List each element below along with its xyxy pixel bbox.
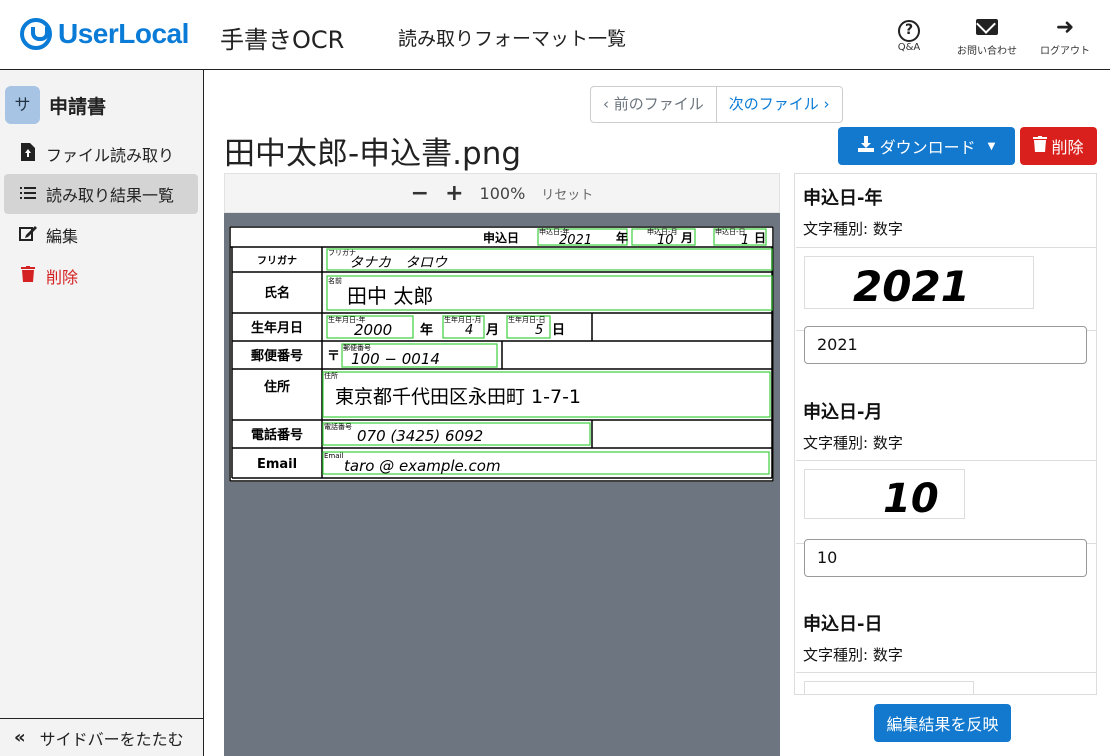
contact-label: お問い合わせ — [957, 46, 1017, 57]
download-label: ダウンロード — [879, 138, 976, 157]
field-value-input[interactable]: 2021 — [804, 326, 1087, 364]
field-crop-image: 2021 — [796, 247, 1096, 331]
document-viewer[interactable]: 申込日 申込日-年 2021 年 申込日-月 10 月 申込日-日 1 日 フリ… — [224, 213, 780, 756]
doc-name-value: 田中 太郎 — [347, 284, 433, 308]
qa-label: Q&A — [897, 42, 921, 53]
prev-file-button[interactable]: ‹ 前のファイル — [591, 87, 717, 122]
caret-down-icon: ▼ — [987, 140, 996, 152]
edit-icon — [14, 225, 42, 245]
file-pager: ‹ 前のファイル 次のファイル › — [590, 86, 843, 123]
sidebar-item-label: 編集 — [46, 227, 79, 246]
sidebar-item-results[interactable]: 読み取り結果一覧 — [4, 174, 198, 214]
doc-box-label: 電話番号 — [324, 422, 352, 431]
ocr-fields-panel[interactable]: 申込日-年 文字種別: 数字 2021 2021 申込日-月 文字種別: 数字 … — [794, 173, 1097, 695]
doc-postal-value: 100 − 0014 — [351, 350, 440, 368]
doc-birth-year: 2000 — [354, 321, 392, 339]
field-title: 申込日-日 — [803, 614, 883, 635]
zoom-level: 100% — [479, 183, 526, 203]
app-header: UserLocal 手書きOCR 読み取りフォーマット一覧 ? Q&A お問い合… — [0, 0, 1110, 70]
doc-month-unit: 月 — [680, 231, 693, 245]
file-upload-icon — [14, 143, 42, 165]
userlocal-logo-mark — [20, 18, 52, 50]
sidebar-item-delete[interactable]: 削除 — [4, 256, 198, 296]
field-crop-image: 10 — [796, 460, 1096, 544]
download-icon — [857, 136, 874, 156]
doc-furigana-value: タナカ タロウ — [349, 255, 448, 271]
sidebar-header: サ 申請書 — [5, 86, 106, 124]
sidebar-item-label: 読み取り結果一覧 — [46, 186, 175, 205]
doc-box-label: 名前 — [328, 276, 342, 285]
format-title: 申請書 — [49, 95, 107, 118]
sidebar: サ 申請書 ファイル読み取り 読み取り結果一覧 編集 削除 « サイドバーをたた… — [0, 70, 204, 756]
sidebar-item-file-read[interactable]: ファイル読み取り — [4, 134, 198, 174]
question-circle-icon: ? — [898, 20, 920, 42]
document-image: 申込日 申込日-年 2021 年 申込日-月 10 月 申込日-日 1 日 フリ… — [229, 226, 774, 482]
field-type: 文字種別: 数字 — [803, 220, 903, 238]
next-file-button[interactable]: 次のファイル › — [717, 87, 842, 122]
doc-row-label: Email — [257, 457, 297, 472]
doc-box-label: 住所 — [324, 371, 338, 380]
app-name: 手書きOCR — [220, 26, 345, 54]
file-title: 田中太郎-申込書.png — [224, 136, 522, 172]
doc-row-label: フリガナ — [257, 254, 297, 267]
sidebar-collapse-label: サイドバーをたたむ — [39, 729, 184, 749]
sidebar-item-label: 削除 — [46, 268, 79, 287]
userlocal-logo[interactable]: UserLocal — [20, 16, 189, 52]
field-crop-text: 10 — [883, 476, 939, 520]
doc-birth-day-unit: 日 — [552, 323, 565, 338]
apply-edits-button[interactable]: 編集結果を反映 — [874, 704, 1011, 742]
doc-birth-day: 5 — [535, 323, 543, 338]
doc-email-value: taro @ example.com — [344, 457, 501, 475]
double-chevron-left-icon: « — [14, 727, 26, 748]
sidebar-collapse-button[interactable]: « サイドバーをたたむ — [0, 718, 203, 756]
doc-row-label: 住所 — [264, 379, 290, 395]
field-type: 文字種別: 数字 — [803, 646, 903, 664]
doc-day-unit: 日 — [754, 231, 766, 245]
doc-row-label: 氏名 — [264, 285, 290, 301]
delete-button[interactable]: 削除 — [1020, 127, 1097, 165]
field-crop-image — [796, 672, 1096, 694]
doc-row-label: 電話番号 — [251, 427, 303, 443]
download-button[interactable]: ダウンロード ▼ — [838, 127, 1015, 165]
doc-phone-value: 070 (3425) 6092 — [357, 427, 483, 445]
zoom-reset-button[interactable]: リセット — [541, 184, 593, 203]
doc-birth-month-unit: 月 — [485, 323, 499, 338]
trash-icon — [14, 266, 42, 286]
logout-button[interactable]: ➜ ログアウト — [1032, 14, 1098, 57]
viewer-toolbar: − + 100% リセット — [224, 173, 780, 213]
zoom-out-button[interactable]: − — [411, 181, 429, 206]
delete-label: 削除 — [1051, 138, 1084, 157]
sidebar-item-edit[interactable]: 編集 — [4, 215, 198, 255]
nav-format-list-link[interactable]: 読み取りフォーマット一覧 — [398, 24, 626, 51]
doc-address-value: 東京都千代田区永田町 1-7-1 — [335, 386, 581, 408]
doc-box-label: Email — [324, 452, 343, 460]
field-value-input[interactable]: 10 — [804, 539, 1087, 577]
field-type: 文字種別: 数字 — [803, 434, 903, 452]
sidebar-item-label: ファイル読み取り — [46, 146, 175, 165]
logout-label: ログアウト — [1040, 46, 1090, 57]
field-title: 申込日-月 — [803, 402, 883, 423]
logo-text: UserLocal — [58, 18, 189, 49]
doc-birth-month: 4 — [465, 323, 473, 338]
doc-header-label: 申込日 — [483, 230, 519, 245]
field-crop-text: 2021 — [853, 262, 970, 310]
doc-day-value: 1 — [741, 233, 749, 248]
zoom-in-button[interactable]: + — [445, 181, 463, 206]
doc-month-value: 10 — [657, 233, 674, 248]
envelope-icon — [976, 19, 998, 35]
format-avatar: サ — [5, 86, 40, 124]
doc-row-label: 郵便番号 — [251, 348, 303, 364]
doc-postal-mark: 〒 — [327, 349, 340, 364]
qa-button[interactable]: ? Q&A — [876, 14, 942, 57]
sign-out-icon: ➜ — [1055, 15, 1075, 40]
doc-year-unit: 年 — [616, 230, 628, 245]
contact-button[interactable]: お問い合わせ — [954, 14, 1020, 57]
trash-icon — [1033, 136, 1048, 156]
doc-row-label: 生年月日 — [251, 320, 303, 336]
doc-box-label: 生年月日-月 — [444, 315, 482, 324]
list-icon — [14, 185, 42, 204]
field-title: 申込日-年 — [803, 188, 883, 209]
doc-year-value: 2021 — [559, 233, 592, 248]
doc-birth-year-unit: 年 — [420, 322, 433, 338]
